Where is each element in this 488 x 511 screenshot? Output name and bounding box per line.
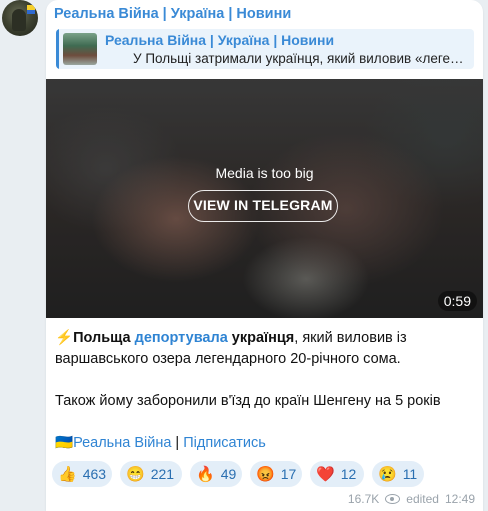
footer-channel-link[interactable]: Реальна Війна <box>73 435 171 451</box>
subscribe-link[interactable]: Підписатись <box>183 435 266 451</box>
reply-thumbnail <box>63 33 97 65</box>
post-footer: 🇺🇦Реальна Війна | Підписатись <box>55 433 266 454</box>
reaction-heart[interactable]: ❤️ 12 <box>310 461 364 487</box>
channel-title[interactable]: Реальна Війна | Україна | Новини <box>54 6 291 22</box>
reaction-crying[interactable]: 😢 11 <box>372 461 424 487</box>
reaction-angry[interactable]: 😡 17 <box>250 461 302 487</box>
reaction-thumbs-up[interactable]: 👍 463 <box>52 461 112 487</box>
thumbs-up-icon: 👍 <box>58 465 77 483</box>
message-bubble: Реальна Війна | Україна | Новини Реальна… <box>46 0 483 511</box>
reply-accent-bar <box>56 29 59 69</box>
reaction-count: 12 <box>340 466 357 482</box>
reaction-fire[interactable]: 🔥 49 <box>190 461 242 487</box>
lightning-icon: ⚡ <box>55 330 74 346</box>
footer-separator: | <box>171 435 184 451</box>
message-time: 12:49 <box>444 492 475 506</box>
reaction-count: 221 <box>150 466 175 482</box>
reply-preview[interactable]: Реальна Війна | Україна | Новини У Польщ… <box>56 29 474 69</box>
ukraine-flag-icon: 🇺🇦 <box>55 435 74 451</box>
post-bold-poland: Польща <box>73 330 131 346</box>
views-count: 16.7K <box>347 492 380 506</box>
reaction-count: 463 <box>82 466 107 482</box>
reaction-count: 17 <box>280 466 297 482</box>
edited-label: edited <box>406 492 439 506</box>
message-meta: 16.7K edited 12:49 <box>348 492 475 506</box>
video-duration: 0:59 <box>437 291 477 311</box>
post-bold-ukrainian: українця <box>231 330 295 346</box>
reaction-count: 49 <box>220 466 237 482</box>
fire-icon: 🔥 <box>196 465 215 483</box>
angry-icon: 😡 <box>256 465 275 483</box>
grin-icon: 😁 <box>126 465 145 483</box>
channel-avatar[interactable] <box>2 0 38 36</box>
crying-icon: 😢 <box>378 465 397 483</box>
media-too-big-notice: Media is too big <box>215 165 314 181</box>
reaction-count: 11 <box>402 466 418 482</box>
video-media[interactable]: Media is too big VIEW IN TELEGRAM 0:59 <box>46 79 483 318</box>
post-paragraph-1: ⚡Польща депортувала українця, який вилов… <box>55 328 475 370</box>
reaction-grin[interactable]: 😁 221 <box>120 461 182 487</box>
view-in-telegram-button[interactable]: VIEW IN TELEGRAM <box>188 190 338 222</box>
avatar-figure <box>12 9 26 31</box>
heart-icon: ❤️ <box>316 465 335 483</box>
reply-text: У Польщі затримали українця, який вилови… <box>133 51 469 66</box>
eye-icon <box>385 494 401 504</box>
flag-icon-blue <box>27 10 35 14</box>
post-link-deported[interactable]: депортувала <box>135 330 228 346</box>
reply-title: Реальна Війна | Україна | Новини <box>105 32 335 48</box>
post-paragraph-2: Також йому заборонили в'їзд до країн Шен… <box>55 393 441 409</box>
